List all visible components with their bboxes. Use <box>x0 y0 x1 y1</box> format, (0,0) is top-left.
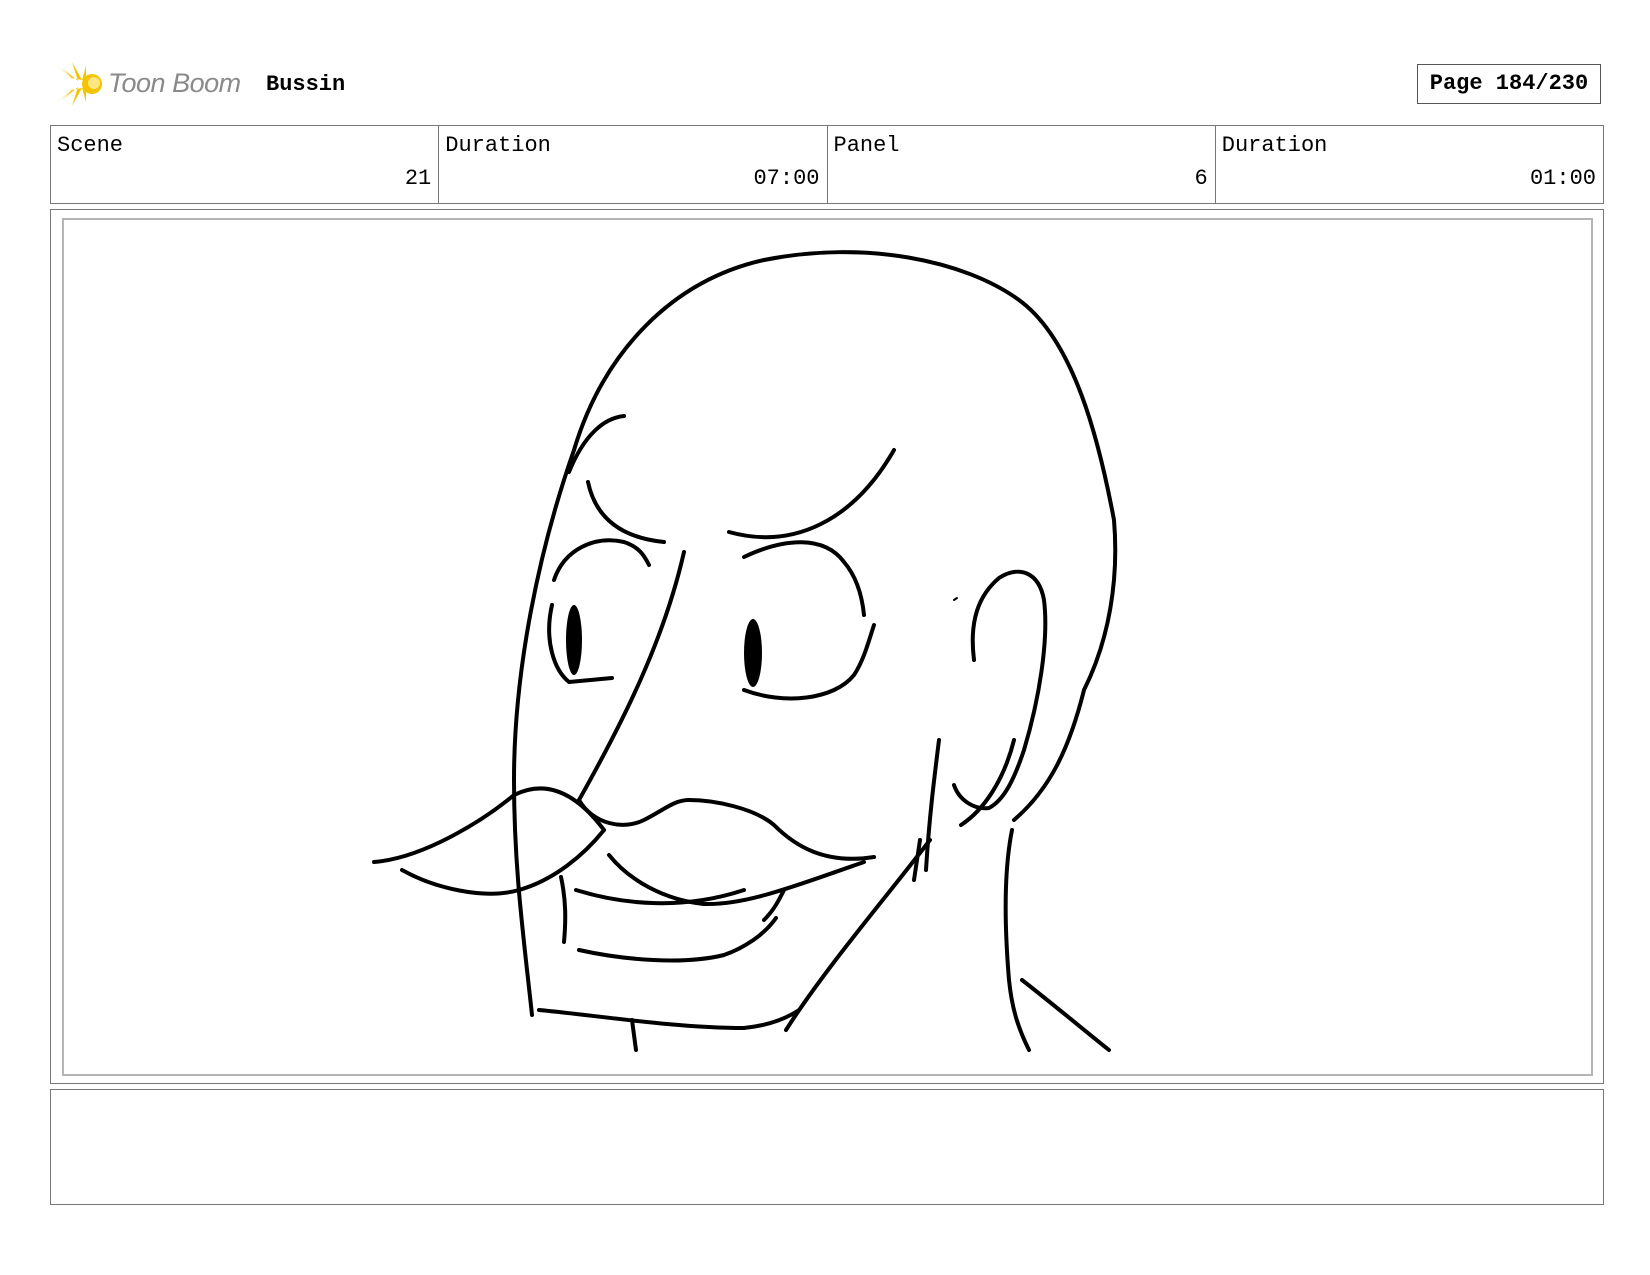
skin-mark <box>953 597 958 601</box>
scene-value: 21 <box>404 166 432 191</box>
panel-duration-label: Duration <box>1221 133 1328 158</box>
panel-notes <box>50 1089 1604 1205</box>
ear-inner <box>959 738 1016 827</box>
left-eye-lid <box>552 538 651 582</box>
scene-duration-cell: Duration 07:00 <box>439 126 828 203</box>
panel-image-area <box>62 218 1593 1076</box>
left-brow-lower <box>586 480 666 544</box>
starburst-logo-icon <box>54 62 102 106</box>
head-outline <box>572 250 1118 692</box>
mustache-right-top <box>687 798 876 861</box>
toon-boom-logo: Toon Boom <box>52 56 252 112</box>
storyboard-sketch <box>372 250 1118 1052</box>
scene-duration-label: Duration <box>445 133 551 158</box>
panel-duration-cell: Duration 01:00 <box>1216 126 1603 203</box>
mustache-right-bottom <box>607 853 866 907</box>
scene-label: Scene <box>57 133 124 158</box>
page-indicator: Page 184/230 <box>1417 64 1601 104</box>
mouth-corner-left <box>559 875 568 944</box>
scene-info-table: Scene 21 Duration 07:00 Panel 6 Duration… <box>50 125 1604 204</box>
logo-wordmark: Toon Boom <box>108 68 241 98</box>
jaw-line <box>1012 688 1086 822</box>
shoulder-line <box>1020 978 1111 1052</box>
chin-tick <box>630 1018 638 1052</box>
neck-left <box>784 838 932 1032</box>
ear-outer <box>952 569 1048 811</box>
panel-value: 6 <box>1194 166 1208 191</box>
chin-bottom <box>537 1008 801 1030</box>
neck-right <box>1003 828 1031 1052</box>
right-eye-lower <box>742 623 876 701</box>
mustache-left-bottom <box>400 828 606 896</box>
project-title: Bussin <box>266 72 346 97</box>
panel-label: Panel <box>833 133 900 158</box>
right-eye-lid <box>742 540 866 617</box>
left-pupil <box>566 605 582 675</box>
scene-cell: Scene 21 <box>51 126 440 203</box>
neck-shade <box>924 738 941 872</box>
panel-duration-value: 01:00 <box>1529 166 1596 191</box>
right-brow <box>727 448 896 540</box>
chin-smile <box>577 916 778 963</box>
panel-frame <box>50 209 1604 1084</box>
panel-cell: Panel 6 <box>828 126 1216 203</box>
nose-line <box>577 550 686 802</box>
right-pupil <box>744 619 762 687</box>
scene-duration-value: 07:00 <box>753 166 820 191</box>
mustache-left-top <box>372 786 606 864</box>
